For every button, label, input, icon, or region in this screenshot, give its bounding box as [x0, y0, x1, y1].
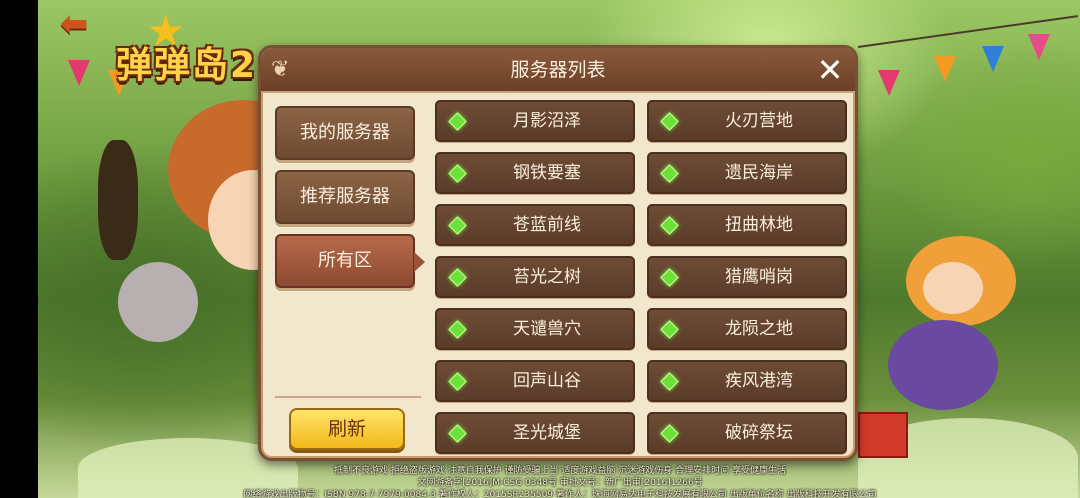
server-item[interactable]: 天谴兽穴: [435, 308, 635, 350]
server-status-icon: [660, 112, 679, 131]
server-category-panel: 我的服务器 推荐服务器 所有区 刷新: [271, 102, 425, 454]
server-status-icon: [660, 164, 679, 183]
bunting-flag: [878, 70, 900, 96]
tab-recommended-servers[interactable]: 推荐服务器: [275, 170, 415, 224]
server-name: 回声山谷: [513, 371, 581, 391]
girl-face: [923, 262, 983, 314]
server-item[interactable]: 钢铁要塞: [435, 152, 635, 194]
server-status-icon: [448, 268, 467, 287]
server-item[interactable]: 龙陨之地: [647, 308, 847, 350]
server-item[interactable]: 回声山谷: [435, 360, 635, 402]
server-item[interactable]: 苍蓝前线: [435, 204, 635, 246]
server-name: 圣光城堡: [513, 423, 581, 443]
back-arrow-icon[interactable]: ⬅: [56, 7, 92, 41]
server-status-icon: [660, 268, 679, 287]
server-status-icon: [660, 216, 679, 235]
knight-character: [118, 262, 198, 342]
server-item[interactable]: 苔光之树: [435, 256, 635, 298]
server-status-icon: [448, 320, 467, 339]
server-status-icon: [660, 320, 679, 339]
server-status-icon: [660, 372, 679, 391]
server-status-icon: [660, 424, 679, 443]
server-item[interactable]: 猎鹰哨岗: [647, 256, 847, 298]
dialog-title: 服务器列表: [510, 59, 606, 81]
purple-dragon: [888, 320, 998, 410]
server-item[interactable]: 破碎祭坛: [647, 412, 847, 454]
server-name: 月影沼泽: [513, 111, 581, 131]
server-name: 苔光之树: [513, 267, 581, 287]
publisher-notice: 网络游戏出版物号：ISBN 978-7-7979-0084-3 著作权人：201…: [243, 490, 877, 498]
server-status-icon: [448, 372, 467, 391]
tab-my-servers[interactable]: 我的服务器: [275, 106, 415, 160]
server-item[interactable]: 疾风港湾: [647, 360, 847, 402]
server-status-icon: [448, 424, 467, 443]
server-item[interactable]: 遗民海岸: [647, 152, 847, 194]
dialog-header: ❦ 服务器列表 ✕: [261, 48, 855, 93]
close-button[interactable]: ✕: [807, 50, 853, 90]
server-grid: 月影沼泽 火刃营地钢铁要塞 遗民海岸苍蓝前线 扭曲林地苔光之树 猎鹰哨岗天谴兽穴 龙陨之地…: [435, 100, 847, 454]
bunting-flag: [1028, 34, 1050, 60]
server-name: 破碎祭坛: [725, 423, 793, 443]
server-name: 钢铁要塞: [513, 163, 581, 183]
server-name: 苍蓝前线: [513, 215, 581, 235]
bunting-flag: [68, 60, 90, 86]
game-logo: 弹弹岛2: [116, 45, 258, 86]
bunting-flag: [982, 46, 1004, 72]
divider: [275, 396, 421, 398]
server-list[interactable]: 月影沼泽 火刃营地钢铁要塞 遗民海岸苍蓝前线 扭曲林地苔光之树 猎鹰哨岗天谴兽穴 龙陨之地…: [427, 98, 853, 458]
server-status-icon: [448, 164, 467, 183]
server-name: 猎鹰哨岗: [725, 267, 793, 287]
refresh-button[interactable]: 刷新: [289, 408, 405, 450]
server-name: 天谴兽穴: [513, 319, 581, 339]
server-item[interactable]: 圣光城堡: [435, 412, 635, 454]
server-name: 龙陨之地: [725, 319, 793, 339]
bunting-flag: [934, 56, 956, 82]
server-name: 火刃营地: [725, 111, 793, 131]
server-item[interactable]: 火刃营地: [647, 100, 847, 142]
server-item[interactable]: 月影沼泽: [435, 100, 635, 142]
server-name: 扭曲林地: [725, 215, 793, 235]
server-name: 遗民海岸: [725, 163, 793, 183]
tree-trunk: [98, 140, 138, 260]
server-item[interactable]: 扭曲林地: [647, 204, 847, 246]
server-status-icon: [448, 216, 467, 235]
server-status-icon: [448, 112, 467, 131]
server-list-dialog: ❦ 服务器列表 ✕ 我的服务器 推荐服务器 所有区 刷新 月影沼泽 火刃营地钢铁要…: [258, 45, 858, 461]
screen-edge: [0, 0, 38, 498]
server-name: 疾风港湾: [725, 371, 793, 391]
gift-box: [858, 412, 908, 458]
tab-all-zones[interactable]: 所有区: [275, 234, 425, 288]
